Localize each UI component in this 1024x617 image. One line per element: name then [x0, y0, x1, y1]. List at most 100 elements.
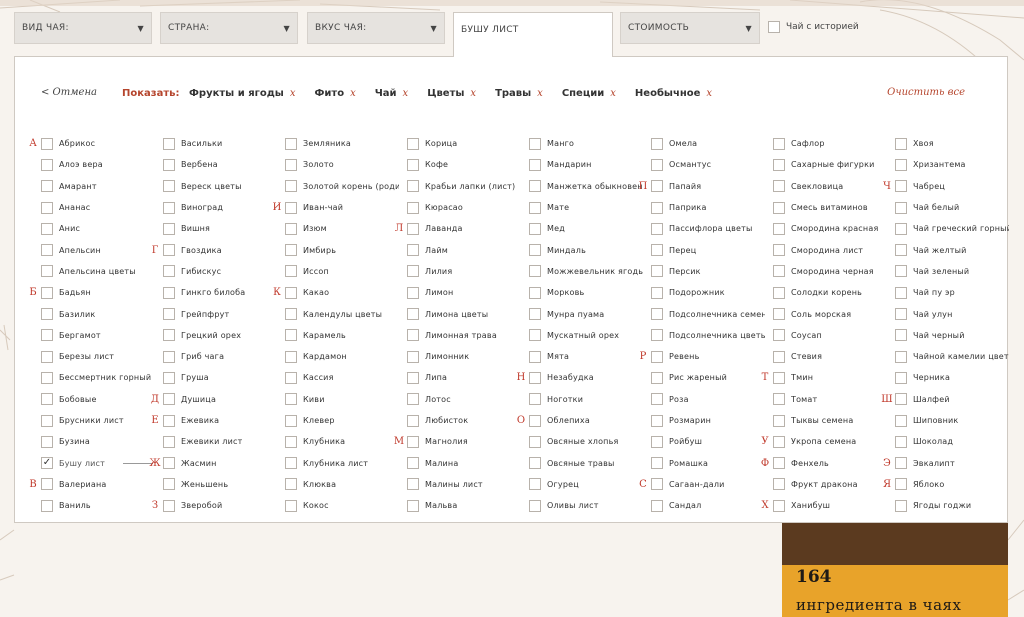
checkbox[interactable] — [895, 180, 907, 193]
checkbox[interactable] — [773, 308, 785, 321]
ingredient-item[interactable]: Малины лист — [393, 474, 515, 495]
checkbox[interactable] — [529, 201, 541, 214]
checkbox[interactable] — [285, 499, 297, 512]
checkbox[interactable] — [529, 329, 541, 342]
checkbox[interactable] — [773, 222, 785, 235]
checkbox[interactable] — [163, 414, 175, 427]
ingredient-item[interactable]: Кюрасао — [393, 197, 515, 218]
checkbox[interactable] — [163, 350, 175, 363]
ingredient-item[interactable]: Чай желтый — [881, 239, 1003, 260]
ingredient-item[interactable]: Б Бадьян — [27, 282, 149, 303]
checkbox[interactable] — [529, 478, 541, 491]
tea-type-dropdown[interactable]: ВИД ЧАЯ: ▼ — [14, 12, 152, 44]
checkbox[interactable] — [773, 478, 785, 491]
ingredient-item[interactable]: Алоэ вера — [27, 154, 149, 175]
checkbox[interactable] — [41, 201, 53, 214]
ingredient-item[interactable]: Смородина черная — [759, 261, 881, 282]
checkbox[interactable] — [773, 393, 785, 406]
ingredient-item[interactable]: Тыквы семена — [759, 410, 881, 431]
checkbox[interactable] — [163, 499, 175, 512]
ingredient-item[interactable]: Бессмертник горный — [27, 367, 151, 388]
checkbox[interactable] — [163, 435, 175, 448]
checkbox[interactable] — [651, 286, 663, 299]
ingredient-item[interactable]: Рис жареный — [637, 367, 759, 388]
checkbox[interactable] — [895, 457, 907, 470]
checkbox[interactable] — [407, 393, 419, 406]
checkbox[interactable] — [651, 457, 663, 470]
ingredient-item[interactable]: А Абрикос — [27, 133, 149, 154]
ingredient-item[interactable]: Малина — [393, 452, 515, 473]
checkbox[interactable] — [163, 478, 175, 491]
checkbox[interactable] — [651, 244, 663, 257]
ingredient-item[interactable]: Г Гвоздика — [149, 239, 271, 260]
category-chip[interactable]: Цветы x — [427, 88, 476, 99]
ingredient-item[interactable]: З Зверобой — [149, 495, 271, 516]
checkbox[interactable] — [651, 371, 663, 384]
checkbox[interactable] — [895, 478, 907, 491]
ingredient-item[interactable]: Оливы лист — [515, 495, 637, 516]
ingredient-item[interactable]: Лимон — [393, 282, 515, 303]
checkbox[interactable] — [285, 265, 297, 278]
checkbox[interactable] — [895, 393, 907, 406]
ingredient-item[interactable]: Сандал — [637, 495, 759, 516]
checkbox[interactable] — [529, 180, 541, 193]
checkbox[interactable] — [773, 350, 785, 363]
checkbox[interactable] — [163, 137, 175, 150]
checkbox[interactable] — [285, 414, 297, 427]
checkbox[interactable] — [407, 435, 419, 448]
ingredient-item[interactable]: Груша — [149, 367, 271, 388]
checkbox[interactable] — [41, 222, 53, 235]
cancel-link[interactable]: < Отмена — [41, 87, 97, 98]
ingredient-tab[interactable]: БУШУ ЛИСТ — [453, 12, 613, 57]
checkbox[interactable] — [773, 286, 785, 299]
checkbox[interactable] — [285, 222, 297, 235]
checkbox-checked[interactable] — [41, 457, 53, 470]
ingredient-item[interactable]: Миндаль — [515, 239, 637, 260]
checkbox[interactable] — [285, 201, 297, 214]
ingredient-item[interactable]: Соль морская — [759, 303, 881, 324]
ingredient-item[interactable]: Чай белый — [881, 197, 1003, 218]
checkbox[interactable] — [529, 286, 541, 299]
checkbox[interactable] — [407, 265, 419, 278]
ingredient-item[interactable]: Шиповник — [881, 410, 1003, 431]
checkbox[interactable] — [407, 244, 419, 257]
ingredient-item[interactable]: Любисток — [393, 410, 515, 431]
checkbox[interactable] — [41, 308, 53, 321]
ingredient-item[interactable]: Чай греческий горный — [881, 218, 1009, 239]
close-icon[interactable]: x — [290, 88, 296, 99]
checkbox[interactable] — [529, 435, 541, 448]
ingredient-item[interactable]: Ромашка — [637, 452, 759, 473]
checkbox[interactable] — [285, 180, 297, 193]
checkbox[interactable] — [41, 371, 53, 384]
ingredient-item[interactable]: Мунра пуама — [515, 303, 637, 324]
ingredient-item[interactable]: Манго — [515, 133, 637, 154]
ingredient-item[interactable]: Омела — [637, 133, 759, 154]
checkbox[interactable] — [285, 435, 297, 448]
checkbox-box[interactable] — [768, 21, 780, 33]
checkbox[interactable] — [407, 222, 419, 235]
ingredient-item[interactable]: Васильки — [149, 133, 271, 154]
ingredient-item[interactable]: Амарант — [27, 176, 149, 197]
category-chip[interactable]: Чай x — [375, 88, 408, 99]
price-dropdown[interactable]: СТОИМОСТЬ ▼ — [620, 12, 760, 44]
checkbox[interactable] — [651, 393, 663, 406]
ingredient-item[interactable]: М Магнолия — [393, 431, 515, 452]
checkbox[interactable] — [407, 457, 419, 470]
ingredient-item[interactable]: Огурец — [515, 474, 637, 495]
checkbox[interactable] — [773, 137, 785, 150]
checkbox[interactable] — [529, 371, 541, 384]
ingredient-item[interactable]: Кассия — [271, 367, 393, 388]
checkbox[interactable] — [895, 137, 907, 150]
checkbox[interactable] — [895, 435, 907, 448]
close-icon[interactable]: x — [610, 88, 616, 99]
ingredient-item[interactable]: Женьшень — [149, 474, 271, 495]
ingredient-item[interactable]: Лайм — [393, 239, 515, 260]
ingredient-item[interactable]: Клюква — [271, 474, 393, 495]
checkbox[interactable] — [163, 393, 175, 406]
clear-all-link[interactable]: Очистить все — [887, 87, 965, 98]
ingredient-item[interactable]: Чай зеленый — [881, 261, 1003, 282]
category-chip[interactable]: Фрукты и ягоды x — [189, 88, 295, 99]
ingredient-item[interactable]: Лотос — [393, 389, 515, 410]
ingredient-item[interactable]: Липа — [393, 367, 515, 388]
ingredient-item[interactable]: Роза — [637, 389, 759, 410]
